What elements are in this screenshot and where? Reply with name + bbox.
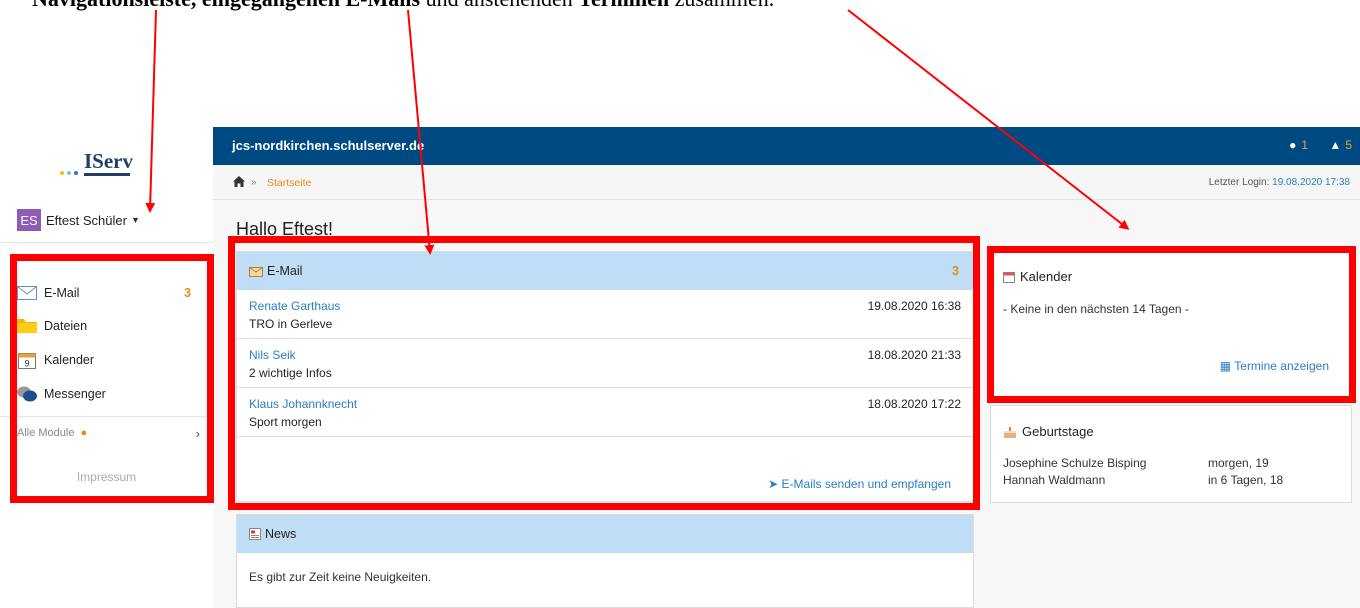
send-icon: ➤ [768,477,779,491]
birthdays-panel: Geburtstage Josephine Schulze Bisping mo… [990,405,1352,503]
birthday-name: Josephine Schulze Bisping [1003,456,1147,470]
impressum-link[interactable]: Impressum [0,470,213,484]
mail-date: 18.08.2020 17:22 [867,397,961,411]
news-icon [249,528,261,540]
mail-date: 18.08.2020 21:33 [867,348,961,362]
avatar: ES [17,209,41,231]
send-receive-label: E-Mails senden und empfangen [781,477,951,491]
email-panel: E-Mail 3 Renate Garthaus TRO in Gerleve … [236,251,974,502]
sidebar-item-label: Kalender [44,353,95,367]
calendar-panel: Kalender - Keine in den nächsten 14 Tage… [990,250,1352,398]
breadcrumb-separator: » [251,177,257,188]
mail-row[interactable]: Nils Seik 2 wichtige Infos 18.08.2020 21… [237,339,973,388]
unread-count-badge: 3 [184,286,191,300]
top-bar: jcs-nordkirchen.schulserver.de ● 1 ▲ 5 [213,127,1360,165]
user-menu[interactable]: ES Eftest Schüler ▼ [17,209,140,231]
caret-down-icon: ▼ [130,215,140,225]
calendar-icon [1003,271,1015,283]
home-icon[interactable] [233,176,245,187]
info-count: 1 [1301,138,1308,152]
sidebar-item-label: E-Mail [44,286,80,300]
birthday-name: Hannah Waldmann [1003,473,1106,487]
mail-icon [17,285,37,301]
logo-text: IServ [84,149,133,173]
sidebar-item-files[interactable]: Dateien [17,315,197,337]
calendar-icon: 9 [17,352,37,369]
breadcrumb-current[interactable]: Startseite [267,177,311,189]
chevron-right-icon: › [195,426,200,441]
mail-row[interactable]: Klaus Johannknecht Sport morgen 18.08.20… [237,388,973,437]
cake-icon [1003,426,1017,438]
iserv-logo[interactable]: IServ [60,149,133,179]
mail-subject: 2 wichtige Infos [249,366,332,380]
info-icon: ● [1289,138,1297,152]
logo-dot [60,171,64,175]
calendar-icon: ▦ [1219,359,1232,373]
email-panel-header[interactable]: E-Mail 3 [237,252,973,290]
logo-dot [67,171,71,175]
send-receive-link[interactable]: ➤ E-Mails senden und empfangen [768,477,951,491]
news-empty-text: Es gibt zur Zeit keine Neuigkeiten. [249,570,432,584]
panel-title: Geburtstage [1022,424,1094,439]
logo-dot [74,171,78,175]
last-login-label: Letzter Login: [1208,177,1270,188]
unread-count-badge: 3 [952,264,959,278]
news-panel-header[interactable]: News [237,515,973,553]
mail-date: 19.08.2020 16:38 [867,299,961,313]
panel-title: News [265,527,297,541]
folder-icon [17,318,37,334]
divider [0,416,213,417]
mail-subject: TRO in Gerleve [249,317,333,331]
last-login-value: 19.08.2020 17:38 [1272,177,1350,188]
show-events-link[interactable]: ▦ Termine anzeigen [1220,359,1329,373]
mail-sender[interactable]: Nils Seik [249,348,296,362]
birthdays-panel-header[interactable]: Geburtstage [1003,424,1094,439]
info-button[interactable]: ● 1 [1289,138,1308,152]
panel-title: Kalender [1020,269,1073,284]
chat-icon [17,386,37,402]
all-modules-label: Alle Module [17,427,75,439]
panel-title: E-Mail [267,264,303,278]
show-events-label: Termine anzeigen [1234,359,1329,373]
mail-row[interactable]: Renate Garthaus TRO in Gerleve 19.08.202… [237,290,973,339]
sidebar-item-calendar[interactable]: 9 Kalender [17,349,197,371]
breadcrumb: » Startseite Letzter Login: 19.08.2020 1… [213,165,1360,200]
sidebar: IServ ES Eftest Schüler ▼ E-Mail 3 Datei… [0,127,214,608]
birthday-when: in 6 Tagen, 18 [1208,473,1284,487]
birthday-when: morgen, 19 [1208,456,1269,470]
user-name: Eftest Schüler [46,212,127,228]
calendar-panel-header[interactable]: Kalender [1003,269,1072,284]
sidebar-item-label: Dateien [44,319,88,333]
mail-sender[interactable]: Renate Garthaus [249,299,340,313]
mail-subject: Sport morgen [249,415,322,429]
last-login: Letzter Login: 19.08.2020 17:38 [1209,177,1350,188]
mail-icon [249,265,263,277]
notification-count: 5 [1345,138,1352,152]
notification-dot: ● [80,427,88,439]
sidebar-item-email[interactable]: E-Mail 3 [17,282,197,304]
bell-icon: ▲ [1329,138,1342,152]
page-title: Hallo Eftest! [236,219,334,239]
notifications-button[interactable]: ▲ 5 [1329,138,1352,152]
calendar-empty-text: - Keine in den nächsten 14 Tagen - [1003,302,1189,316]
logo-underline [84,173,130,176]
sidebar-item-label: Messenger [44,387,106,401]
mail-sender[interactable]: Klaus Johannknecht [249,397,357,411]
instruction-caption: Navigationsleiste, eingegangenen E-Mails… [32,0,774,12]
divider [0,242,213,243]
sidebar-item-messenger[interactable]: Messenger [17,383,197,405]
svg-text:9: 9 [24,359,29,369]
all-modules-link[interactable]: Alle Module ● › [17,426,200,441]
news-panel: News Es gibt zur Zeit keine Neuigkeiten. [236,514,974,608]
server-title[interactable]: jcs-nordkirchen.schulserver.de [232,138,424,153]
